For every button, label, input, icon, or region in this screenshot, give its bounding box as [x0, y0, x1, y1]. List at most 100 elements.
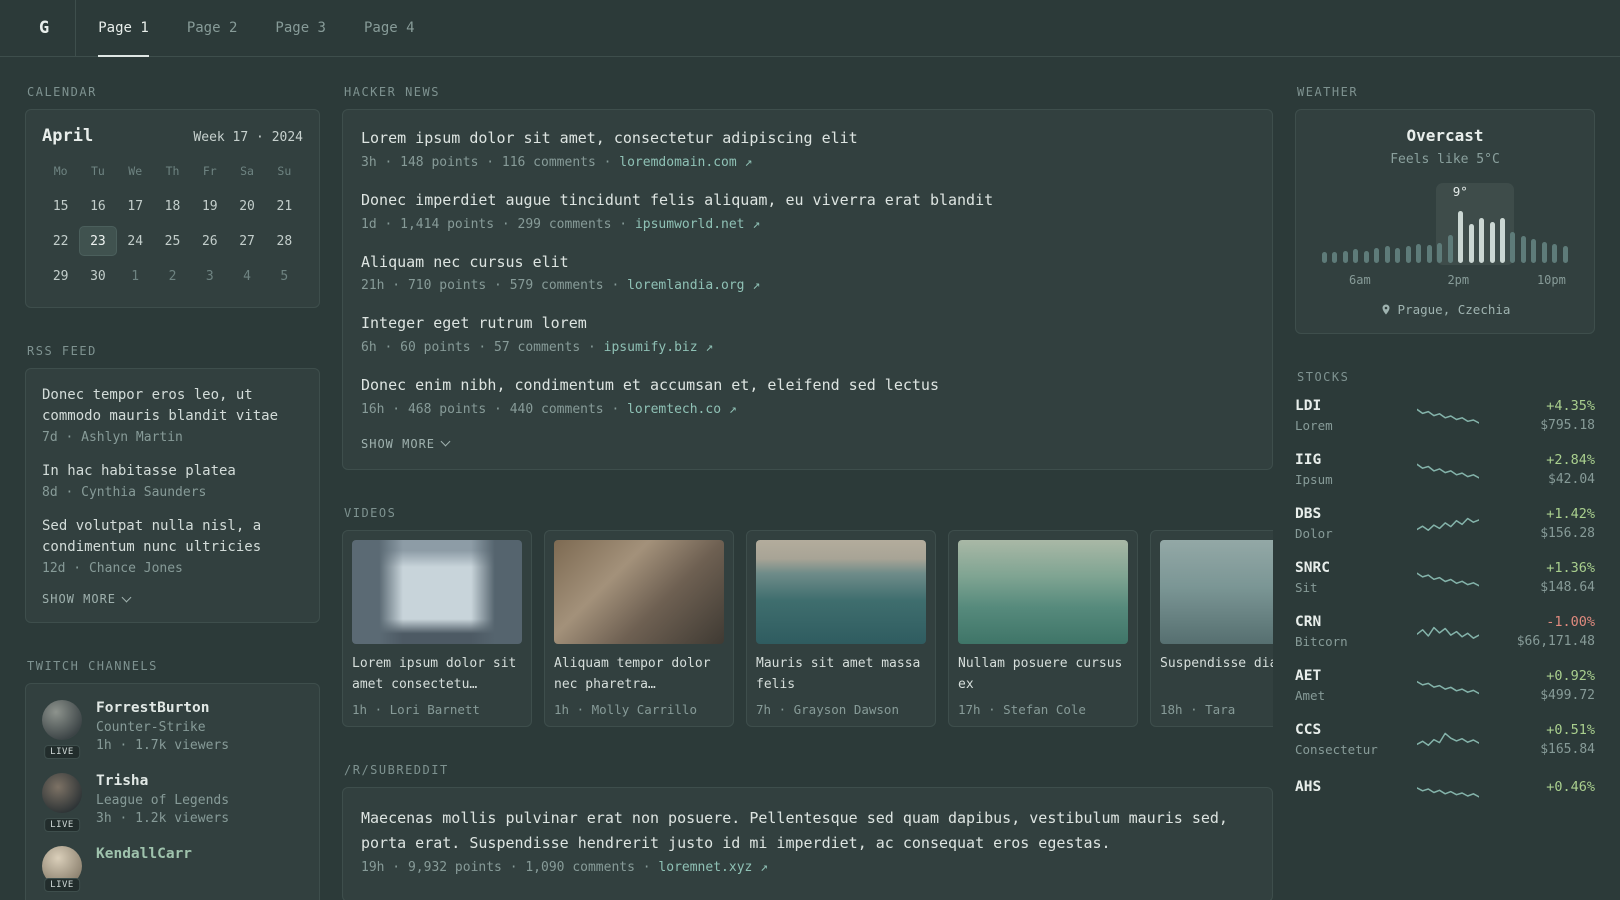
hn-item-domain-link[interactable]: loremdomain.com	[619, 155, 736, 170]
stock-sparkline	[1387, 403, 1509, 429]
calendar-date-selected: 23	[79, 226, 117, 256]
tab-page-1[interactable]: Page 1	[98, 0, 149, 57]
weather-time-axis: 6am 2pm 10pm	[1312, 273, 1578, 289]
calendar-date: 17	[127, 198, 144, 214]
hn-item-title[interactable]: Donec imperdiet augue tincidunt felis al…	[361, 190, 1254, 212]
tab-page-2[interactable]: Page 2	[187, 0, 238, 56]
stock-row[interactable]: IIG Ipsum +2.84% $42.04	[1295, 452, 1595, 487]
stock-row[interactable]: SNRC Sit +1.36% $148.64	[1295, 560, 1595, 595]
hn-item-title[interactable]: Lorem ipsum dolor sit amet, consectetur …	[361, 128, 1254, 150]
subreddit-section-title: /R/SUBREDDIT	[344, 762, 449, 777]
videos-widget: VIDEOS Lorem ipsum dolor sit amet consec…	[342, 506, 1273, 727]
reddit-post-title[interactable]: Maecenas mollis pulvinar erat non posuer…	[361, 806, 1254, 856]
external-link-icon: ↗	[752, 216, 761, 232]
hn-show-more-button[interactable]: SHOW MORE	[361, 437, 1254, 451]
stock-price: $66,171.48	[1516, 634, 1595, 649]
video-title[interactable]: Aliquam tempor dolor nec pharetra…	[554, 654, 724, 696]
calendar-date-next-month: 3	[205, 268, 214, 284]
twitch-section-title: TWITCH CHANNELS	[27, 659, 158, 673]
chevron-down-icon	[440, 436, 451, 447]
hn-item-domain-link[interactable]: loremlandia.org	[627, 278, 744, 293]
video-title[interactable]: Lorem ipsum dolor sit amet consectetu…	[352, 654, 522, 696]
calendar-dow: Su	[277, 164, 292, 178]
hn-item-meta: 21h · 710 points · 579 comments · loreml…	[361, 278, 1254, 293]
twitch-avatar-wrap: LIVE	[42, 846, 82, 892]
video-card[interactable]: Nullam posuere cursus ex 17h · Stefan Co…	[948, 529, 1138, 727]
right-column: WEATHER Overcast Feels like 5°C 9° 6am 2…	[1295, 85, 1595, 900]
twitch-channel[interactable]: LIVE Trisha League of Legends 3h · 1.2k …	[42, 773, 303, 832]
hn-item-domain-link[interactable]: loremtech.co	[627, 402, 721, 417]
stock-row[interactable]: CCS Consectetur +0.51% $165.84	[1295, 722, 1595, 757]
stock-sparkline	[1387, 673, 1509, 699]
hn-show-more-label: SHOW MORE	[361, 436, 436, 451]
twitch-channel[interactable]: LIVE ForrestBurton Counter-Strike 1h · 1…	[42, 700, 303, 759]
hn-item-title[interactable]: Aliquam nec cursus elit	[361, 252, 1254, 274]
calendar-dow: Tu	[90, 164, 105, 178]
stock-price: $148.64	[1540, 580, 1595, 595]
rss-show-more-button[interactable]: SHOW MORE	[42, 592, 303, 606]
video-card[interactable]: Mauris sit amet massa felis 7h · Grayson…	[746, 529, 936, 727]
reddit-post-domain-link[interactable]: loremnet.xyz	[658, 860, 752, 875]
video-title[interactable]: Mauris sit amet massa felis	[756, 654, 926, 696]
twitch-channel-name[interactable]: KendallCarr	[96, 846, 192, 862]
tab-page-4[interactable]: Page 4	[364, 0, 415, 56]
calendar-date: 21	[276, 198, 293, 214]
weather-widget: WEATHER Overcast Feels like 5°C 9° 6am 2…	[1295, 85, 1595, 334]
stock-name: Lorem	[1295, 418, 1333, 433]
stock-row[interactable]: DBS Dolor +1.42% $156.28	[1295, 506, 1595, 541]
stock-name: Sit	[1295, 580, 1318, 595]
hn-item-domain-link[interactable]: ipsumify.biz	[604, 340, 698, 355]
twitch-channel[interactable]: LIVE KendallCarr	[42, 846, 303, 892]
stock-sparkline	[1387, 565, 1509, 591]
stock-row[interactable]: CRN Bitcorn -1.00% $66,171.48	[1295, 614, 1595, 649]
hn-item-domain-link[interactable]: ipsumworld.net	[635, 217, 745, 232]
calendar-date-next-month: 4	[243, 268, 251, 284]
chevron-down-icon	[121, 592, 132, 602]
rss-widget: RSS FEED Donec tempor eros leo, ut commo…	[25, 344, 320, 623]
video-title[interactable]: Suspendisse diam	[1160, 654, 1273, 696]
stock-sparkline	[1387, 619, 1509, 645]
hn-item-stats: 3h · 148 points · 116 comments ·	[361, 154, 612, 170]
tab-page-3[interactable]: Page 3	[275, 0, 326, 56]
stock-ticker[interactable]: CCS	[1295, 722, 1387, 738]
rss-item-title[interactable]: In hac habitasse platea	[42, 461, 303, 482]
video-card[interactable]: Aliquam tempor dolor nec pharetra… 1h · …	[544, 529, 734, 727]
middle-column: HACKER NEWS Lorem ipsum dolor sit amet, …	[342, 85, 1273, 900]
weather-section-title: WEATHER	[1297, 85, 1359, 99]
rss-item-title[interactable]: Donec tempor eros leo, ut commodo mauris…	[42, 385, 303, 427]
video-thumbnail[interactable]	[352, 539, 522, 644]
calendar-dow: Mo	[53, 164, 68, 178]
hn-item-title[interactable]: Integer eget rutrum lorem	[361, 313, 1254, 335]
twitch-channel-name[interactable]: Trisha	[96, 773, 229, 789]
stock-ticker[interactable]: SNRC	[1295, 560, 1387, 576]
video-thumbnail[interactable]	[756, 539, 926, 644]
stock-row[interactable]: AET Amet +0.92% $499.72	[1295, 668, 1595, 703]
stock-ticker[interactable]: DBS	[1295, 506, 1387, 522]
video-card[interactable]: Lorem ipsum dolor sit amet consectetu… 1…	[342, 529, 532, 727]
subreddit-widget: /R/SUBREDDIT Maecenas mollis pulvinar er…	[342, 763, 1273, 900]
video-meta: 18h · Tara	[1160, 701, 1236, 717]
hn-item-stats: 21h · 710 points · 579 comments ·	[361, 278, 620, 294]
app-logo[interactable]: G	[25, 0, 77, 56]
rss-item: Sed volutpat nulla nisl, a condimentum n…	[42, 516, 303, 576]
weather-chart: 9°	[1318, 183, 1572, 265]
stock-row[interactable]: AHS +0.46%	[1295, 776, 1595, 802]
video-thumbnail[interactable]	[958, 539, 1128, 644]
stock-sparkline	[1387, 511, 1509, 537]
external-link-icon: ↗	[760, 860, 768, 876]
video-meta: 17h · Stefan Cole	[958, 701, 1086, 717]
stock-row[interactable]: LDI Lorem +4.35% $795.18	[1295, 398, 1595, 433]
video-title[interactable]: Nullam posuere cursus ex	[958, 654, 1128, 696]
hn-item-title[interactable]: Donec enim nibh, condimentum et accumsan…	[361, 375, 1254, 397]
video-thumbnail[interactable]	[1160, 539, 1273, 644]
rss-item-title[interactable]: Sed volutpat nulla nisl, a condimentum n…	[42, 516, 303, 558]
stock-ticker[interactable]: CRN	[1295, 614, 1387, 630]
video-thumbnail[interactable]	[554, 539, 724, 644]
video-card[interactable]: Suspendisse diam 18h · Tara	[1150, 529, 1273, 727]
twitch-channel-name[interactable]: ForrestBurton	[96, 700, 229, 716]
stock-ticker[interactable]: AET	[1295, 668, 1387, 684]
stock-sparkline	[1387, 457, 1509, 483]
stock-ticker[interactable]: IIG	[1295, 452, 1387, 468]
stock-ticker[interactable]: LDI	[1295, 398, 1387, 414]
stock-ticker[interactable]: AHS	[1295, 779, 1387, 795]
